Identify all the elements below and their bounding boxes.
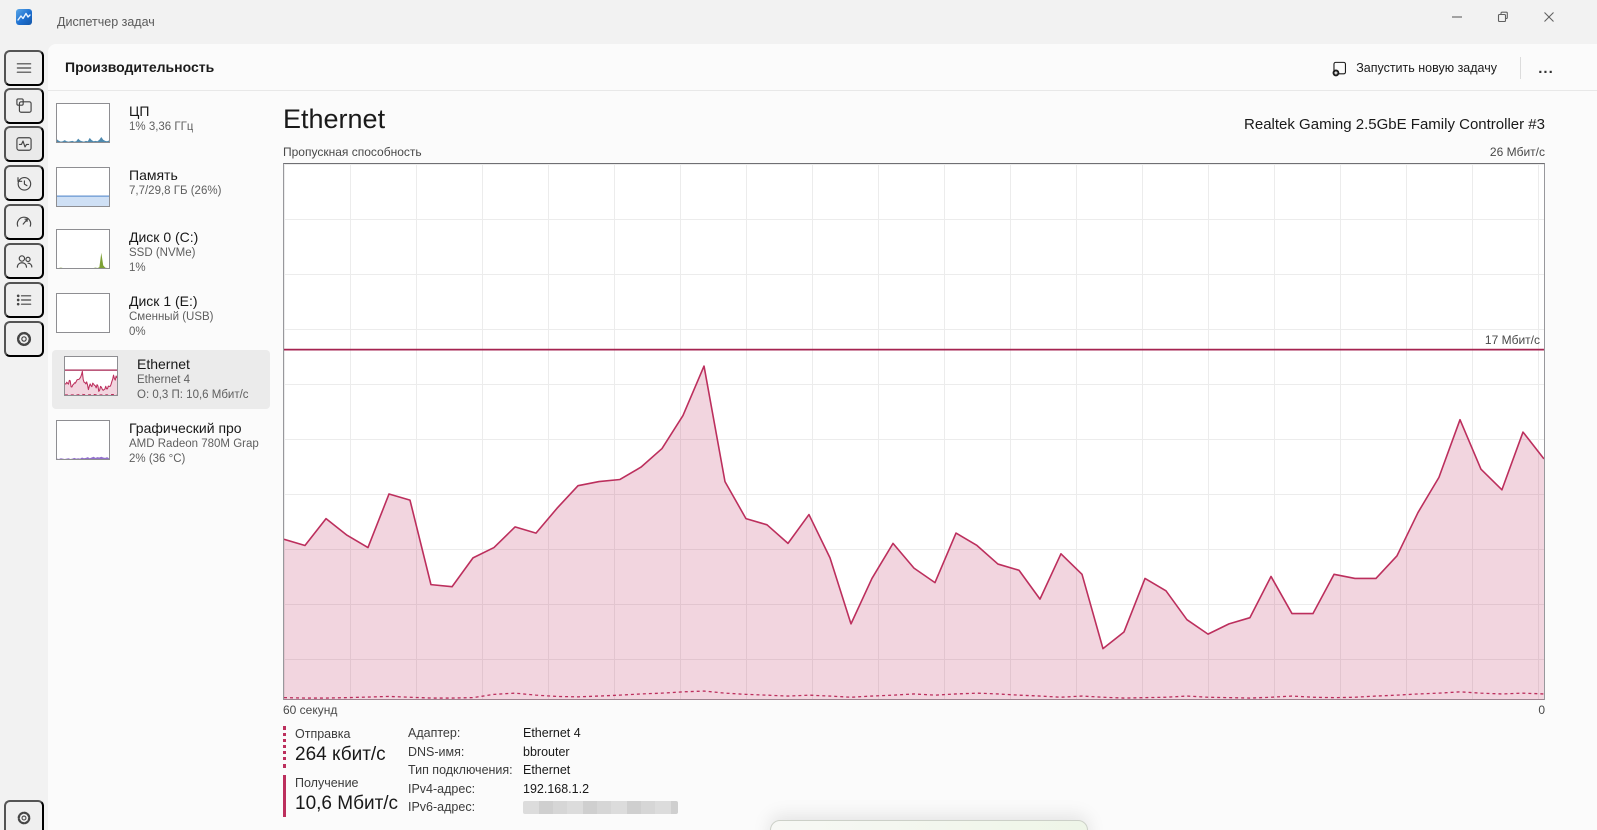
gpu-thumbnail xyxy=(56,420,110,460)
rail-item-performance[interactable] xyxy=(4,126,44,162)
disk0-thumbnail xyxy=(56,229,110,269)
rail-item-users[interactable] xyxy=(4,243,44,279)
perf-item-disk1[interactable]: Диск 1 (E:)Сменный (USB)0% xyxy=(56,293,270,340)
send-kpi: Отправка 264 кбит/с xyxy=(283,726,408,768)
rail-item-startup-apps[interactable] xyxy=(4,204,44,240)
receive-kpi: Получение 10,6 Мбит/с xyxy=(283,775,408,817)
content-card: Производительность Запустить новую задач… xyxy=(48,44,1597,830)
x-axis-right-label: 0 xyxy=(1538,703,1545,717)
throughput-label: Пропускная способность xyxy=(283,145,422,159)
perf-item-ethernet[interactable]: EthernetEthernet 4О: 0,3 П: 10,6 Мбит/с xyxy=(52,350,270,409)
scale-max-label: 26 Мбит/с xyxy=(1490,145,1545,159)
receive-label: Получение xyxy=(295,775,408,791)
tooltip-popup xyxy=(770,820,1088,830)
new-task-icon xyxy=(1331,60,1348,77)
threshold-label: 17 Мбит/с xyxy=(1485,333,1540,347)
perf-item-gpu[interactable]: Графический проAMD Radeon 780M Grap2% (3… xyxy=(56,420,270,467)
disk1-thumbnail xyxy=(56,293,110,333)
rail-item-processes[interactable] xyxy=(4,88,44,124)
titlebar: Диспетчер задач xyxy=(0,0,1597,44)
page-title: Производительность xyxy=(65,59,214,75)
perf-item-cpu[interactable]: ЦП1% 3,36 ГГц xyxy=(56,103,270,143)
throughput-chart-svg xyxy=(284,164,1544,700)
task-manager-app-icon xyxy=(16,9,32,25)
perf-item-memory[interactable]: Память7,7/29,8 ГБ (26%) xyxy=(56,167,270,207)
ipv6-redacted-value xyxy=(523,801,678,814)
window-title: Диспетчер задач xyxy=(57,15,155,29)
send-label: Отправка xyxy=(295,726,408,742)
throughput-chart: 17 Мбит/с xyxy=(283,163,1545,700)
nav-rail xyxy=(0,44,48,830)
perf-item-disk0[interactable]: Диск 0 (C:)SSD (NVMe)1% xyxy=(56,229,270,276)
selected-indicator xyxy=(1,134,4,154)
ethernet-thumbnail xyxy=(64,356,118,396)
rail-item-app-history[interactable] xyxy=(4,165,44,201)
minimize-button[interactable] xyxy=(1434,0,1480,34)
send-value: 264 кбит/с xyxy=(295,742,408,768)
close-button[interactable] xyxy=(1526,0,1572,34)
more-options-button[interactable]: ... xyxy=(1529,53,1563,83)
resource-title: Ethernet xyxy=(283,104,385,135)
controller-name: Realtek Gaming 2.5GbE Family Controller … xyxy=(1244,116,1545,133)
rail-item-services[interactable] xyxy=(4,321,44,357)
restore-button[interactable] xyxy=(1480,0,1526,34)
adapter-details: Адаптер:Ethernet 4 DNS-имя:bbrouter Тип … xyxy=(408,726,678,824)
memory-thumbnail xyxy=(56,167,110,207)
header-separator xyxy=(1520,57,1521,79)
rail-item-details[interactable] xyxy=(4,282,44,318)
cpu-thumbnail xyxy=(56,103,110,143)
settings-icon[interactable] xyxy=(4,800,44,830)
menu-icon[interactable] xyxy=(4,50,44,86)
run-new-task-label: Запустить новую задачу xyxy=(1356,61,1497,75)
receive-value: 10,6 Мбит/с xyxy=(295,791,408,817)
x-axis-left-label: 60 секунд xyxy=(283,703,337,717)
card-header: Производительность Запустить новую задач… xyxy=(48,44,1597,91)
run-new-task-button[interactable]: Запустить новую задачу xyxy=(1321,53,1507,83)
stats-block: Отправка 264 кбит/с Получение 10,6 Мбит/… xyxy=(283,726,678,824)
